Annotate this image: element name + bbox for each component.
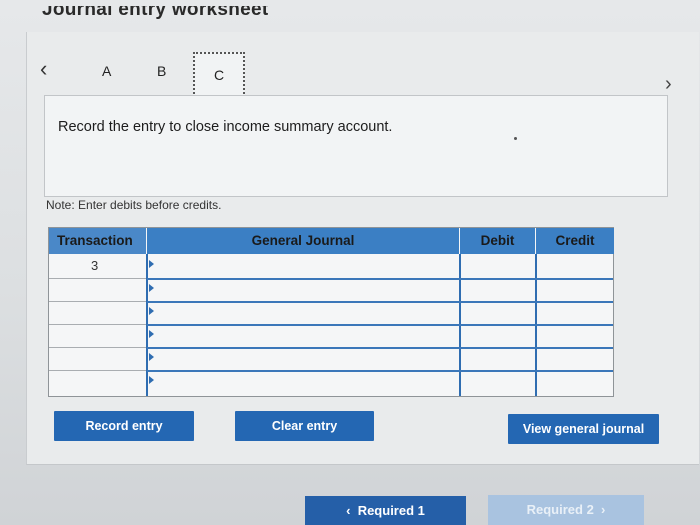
header-general-journal: General Journal [147,228,459,254]
dropdown-arrow-icon[interactable] [149,307,154,315]
tab-c[interactable]: C [214,66,224,84]
prev-tab-chevron-icon[interactable]: ‹ [40,56,47,82]
header-transaction: Transaction [49,228,146,254]
dropdown-arrow-icon[interactable] [149,376,154,384]
dropdown-arrow-icon[interactable] [149,284,154,292]
row-divider [49,278,146,279]
required-2-label: Required 2 [526,502,594,517]
dropdown-arrow-icon[interactable] [149,353,154,361]
chevron-left-icon: ‹ [346,503,358,518]
worksheet-title: Journal entry worksheet [42,6,269,20]
header-debit: Debit [460,228,535,254]
row-divider [147,278,613,280]
row-divider [147,347,613,349]
journal-table: Transaction General Journal Debit Credit… [48,227,614,397]
clear-entry-button[interactable]: Clear entry [235,411,374,441]
next-tab-chevron-icon[interactable]: › [665,72,672,96]
required-1-button[interactable]: ‹ Required 1 [305,496,466,525]
header-credit: Credit [536,228,614,254]
dropdown-arrow-icon[interactable] [149,260,154,268]
chevron-right-icon: › [593,502,606,517]
record-entry-button[interactable]: Record entry [54,411,194,441]
row-divider [147,370,613,372]
dropdown-arrow-icon[interactable] [149,330,154,338]
tab-a[interactable]: A [102,62,111,80]
row-divider [147,301,613,303]
view-general-journal-button[interactable]: View general journal [508,414,659,444]
row-divider [49,301,146,302]
transaction-cell: 3 [91,258,99,273]
instruction-text: Record the entry to close income summary… [58,119,393,135]
row-divider [147,324,613,326]
cursor-dot [514,137,517,140]
row-divider [49,370,146,371]
tab-b[interactable]: B [157,62,166,80]
instruction-box [44,95,668,197]
required-1-label: Required 1 [357,503,425,518]
required-2-button: Required 2 › [488,495,644,525]
row-divider [49,324,146,325]
row-divider [49,347,146,348]
note-text: Note: Enter debits before credits. [46,198,222,212]
